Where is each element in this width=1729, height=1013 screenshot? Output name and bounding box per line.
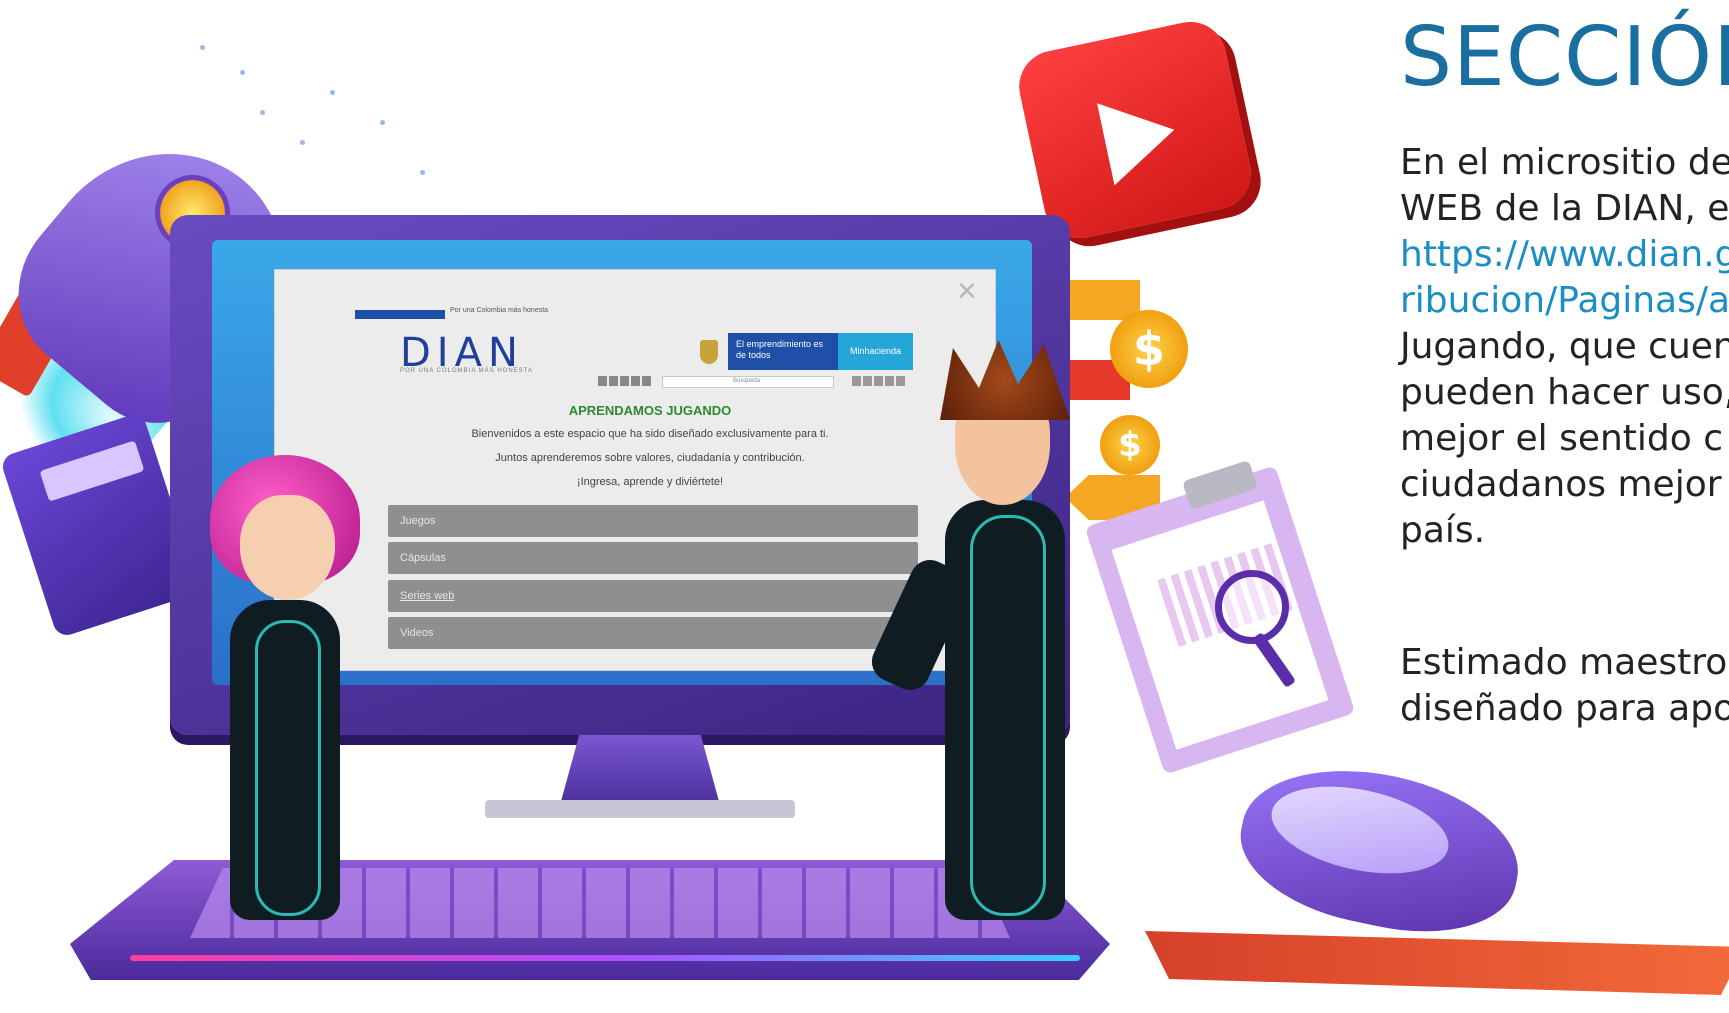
monitor-stand [560,735,720,805]
emprendimiento-banner[interactable]: El emprendimiento es de todos [728,333,838,370]
intro-line: WEB de la DIAN, el [1400,188,1729,229]
search-input[interactable]: Búsqueda [662,376,834,388]
menu-item-series-web[interactable]: Series web [388,580,918,612]
minhacienda-banner[interactable]: Minhacienda [838,333,913,370]
dian-url-link[interactable]: https://www.dian.g [1400,232,1729,278]
star-dot [240,70,245,75]
contrast-icon[interactable] [885,376,894,386]
intro-line: mejor el sentido c [1400,418,1724,459]
font-size-icon[interactable] [863,376,872,386]
dian-tagline: POR UNA COLOMBIA MÁS HONESTA [400,368,533,374]
ingresa-text: ¡Ingresa, aprende y diviértete! [576,476,724,488]
font-size-icon[interactable] [874,376,883,386]
together-text: Juntos aprenderemos sobre valores, ciuda… [495,452,805,464]
teacher-paragraph: Estimado maestro diseñado para apoy [1400,640,1729,732]
youtube-small-icon[interactable] [609,376,618,386]
star-dot [380,120,385,125]
girl-character-face [240,495,335,600]
star-dot [420,170,425,175]
star-dot [330,90,335,95]
intro-line: En el micrositio de [1400,142,1729,183]
dian-url-link[interactable]: ribucion/Paginas/a [1400,278,1729,324]
search-placeholder: Búsqueda [733,378,761,384]
social-icons[interactable] [598,376,658,386]
twitter-icon[interactable] [598,376,607,386]
menu-item-juegos[interactable]: Juegos [388,505,918,537]
settings-icon[interactable] [896,376,905,386]
boy-suit-lines [970,515,1046,916]
coin-icon: $ [1100,415,1160,475]
magnifier-icon [1215,570,1289,644]
menu-item-capsulas[interactable]: Cápsulas [388,542,918,574]
close-icon[interactable]: × [957,272,977,311]
menu-item-videos[interactable]: Videos [388,617,918,649]
intro-line: país. [1400,510,1486,551]
coin-icon: $ [1110,310,1188,388]
facebook-icon[interactable] [631,376,640,386]
star-dot [200,45,205,50]
intro-line: ciudadanos mejor [1400,464,1722,505]
accessibility-icons[interactable] [852,376,905,386]
colombia-crest-icon [700,340,718,364]
monitor-base [485,800,795,818]
section-title: SECCIÓN [1400,10,1729,105]
gov-strip-text: Por una Colombia más honesta [450,307,549,314]
intro-paragraph: En el micrositio de WEB de la DIAN, el h… [1400,140,1729,554]
teacher-line: diseñado para apoy [1400,688,1729,729]
gov-strip [355,310,445,319]
girl-suit-lines [255,620,321,916]
page-heading: APRENDAMOS JUGANDO [568,403,732,418]
teacher-line: Estimado maestro [1400,642,1728,683]
intro-line: Jugando, que cuen [1400,326,1729,367]
star-dot [300,140,305,145]
instagram-icon[interactable] [642,376,651,386]
star-dot [260,110,265,115]
welcome-text: Bienvenidos a este espacio que ha sido d… [471,428,829,440]
keyboard-glow [130,955,1080,961]
intro-line: pueden hacer uso, [1400,372,1729,413]
linkedin-icon[interactable] [620,376,629,386]
accessibility-icon[interactable] [852,376,861,386]
illustration: $ $ × Por una Colombia más honesta DIAN … [0,0,1729,1013]
